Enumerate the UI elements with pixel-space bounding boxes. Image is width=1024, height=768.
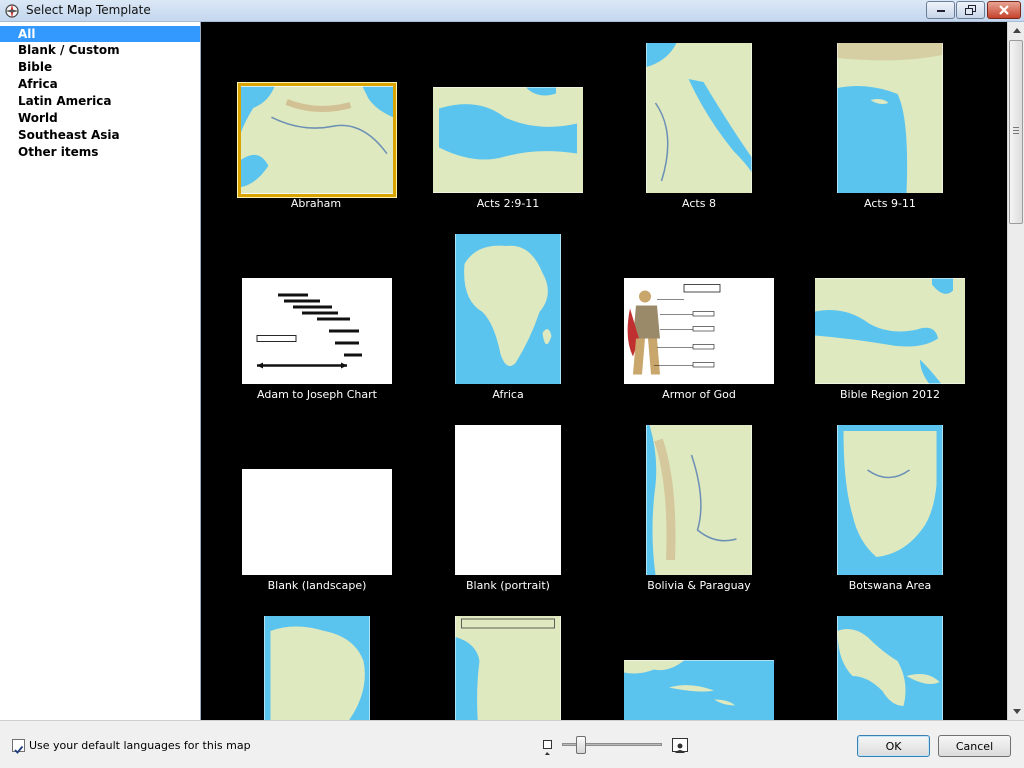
category-latin-america[interactable]: Latin America [0, 93, 200, 109]
template-label: Armor of God [662, 388, 736, 401]
template-adam-to-joseph-chart[interactable] [242, 278, 392, 384]
close-icon [999, 5, 1009, 15]
default-languages-checkbox[interactable] [12, 739, 25, 754]
template-thumbnail[interactable] [624, 660, 774, 720]
template-label: Bible Region 2012 [839, 388, 941, 401]
map-thumbnail [241, 86, 393, 194]
template-botswana-area[interactable] [837, 425, 943, 575]
template-africa[interactable] [455, 234, 561, 384]
map-thumbnail [264, 616, 370, 720]
template-bolivia-paraguay[interactable] [646, 425, 752, 575]
scroll-up-button[interactable] [1008, 22, 1024, 39]
ok-button[interactable]: OK [857, 735, 930, 757]
category-africa[interactable]: Africa [0, 76, 200, 92]
dialog-footer: Use your default languages for this map … [0, 720, 1024, 768]
figure-thumbnail [624, 278, 774, 384]
category-all[interactable]: All [0, 26, 200, 42]
category-bible[interactable]: Bible [0, 59, 200, 75]
title-bar: Select Map Template [0, 0, 1024, 22]
minimize-button[interactable] [926, 1, 955, 19]
map-thumbnail [815, 278, 965, 384]
template-label: Bolivia & Paraguay [647, 579, 751, 592]
template-abraham[interactable] [241, 86, 393, 194]
template-label: Acts 2:9-11 [476, 197, 540, 210]
map-thumbnail [455, 616, 561, 720]
compass-icon [5, 4, 19, 18]
arrow-up-icon [1012, 28, 1021, 33]
category-blank-custom[interactable]: Blank / Custom [0, 42, 200, 58]
template-acts-9-11[interactable] [837, 43, 943, 193]
default-languages-label: Use your default languages for this map [29, 739, 251, 752]
template-label: Blank (landscape) [267, 579, 367, 592]
category-southeast-asia[interactable]: Southeast Asia [0, 127, 200, 143]
template-armor-of-god[interactable] [624, 278, 774, 384]
template-thumbnail[interactable] [264, 616, 370, 720]
template-label: Botswana Area [848, 579, 932, 592]
map-thumbnail [837, 616, 943, 720]
map-thumbnail [837, 425, 943, 575]
template-label: Abraham [290, 197, 342, 210]
large-picture-icon [672, 738, 688, 753]
chart-thumbnail [242, 278, 392, 384]
gallery-scrollbar[interactable] [1007, 22, 1024, 720]
template-label: Blank (portrait) [466, 579, 550, 592]
template-bible-region-2012[interactable] [815, 278, 965, 384]
map-thumbnail [837, 43, 943, 193]
map-thumbnail [646, 425, 752, 575]
template-acts-2-9-11[interactable] [433, 87, 583, 193]
checkmark-icon [14, 745, 24, 754]
category-world[interactable]: World [0, 110, 200, 126]
template-thumbnail[interactable] [455, 616, 561, 720]
template-label: Adam to Joseph Chart [257, 388, 377, 401]
template-gallery: Abraham Acts 2:9-11 Acts 8 Acts 9-11 Ada… [201, 22, 1007, 720]
map-thumbnail [624, 660, 774, 720]
template-thumbnail[interactable] [837, 616, 943, 720]
scroll-thumb[interactable] [1009, 40, 1023, 224]
small-picture-icon [543, 740, 552, 755]
thumbnail-size-slider-handle[interactable] [576, 736, 586, 754]
template-acts-8[interactable] [646, 43, 752, 193]
template-blank-portrait[interactable] [455, 425, 561, 575]
map-thumbnail [646, 43, 752, 193]
maximize-button[interactable] [956, 1, 985, 19]
close-button[interactable] [987, 1, 1021, 19]
template-blank-landscape[interactable] [242, 469, 392, 575]
category-other-items[interactable]: Other items [0, 144, 200, 160]
template-label: Acts 8 [682, 197, 716, 210]
arrow-down-icon [1012, 709, 1021, 714]
window-title: Select Map Template [26, 3, 151, 17]
category-list: All Blank / Custom Bible Africa Latin Am… [0, 22, 201, 720]
scroll-down-button[interactable] [1008, 703, 1024, 720]
template-label: Acts 9-11 [864, 197, 916, 210]
map-thumbnail [455, 234, 561, 384]
cancel-button[interactable]: Cancel [938, 735, 1011, 757]
template-label: Africa [492, 388, 524, 401]
restore-icon [964, 5, 976, 15]
map-thumbnail [433, 87, 583, 193]
minimize-icon [936, 10, 945, 12]
